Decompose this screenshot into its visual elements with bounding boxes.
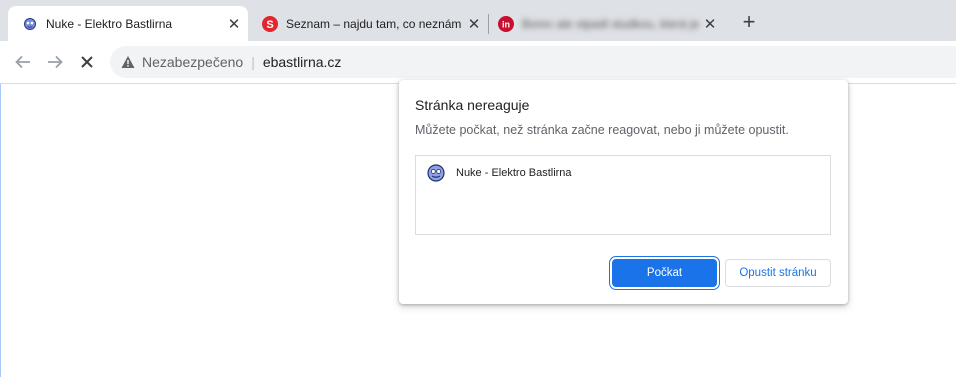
new-tab-button[interactable]: + [738, 9, 760, 34]
address-bar[interactable]: Nezabezpečeno | ebastlirna.cz [110, 46, 956, 78]
tab-title: Borec ale stpadl studkou, která je [522, 16, 700, 31]
page-title: Nuke - Elektro Bastlirna [456, 167, 572, 179]
content-edge [0, 84, 1, 377]
tab-nuke[interactable]: Nuke - Elektro Bastlirna ✕ [8, 6, 248, 41]
seznam-s-icon: S [262, 15, 278, 32]
nuke-favicon-icon [22, 16, 38, 32]
security-status-label[interactable]: Nezabezpečeno [142, 54, 243, 70]
close-icon[interactable]: ✕ [224, 14, 244, 34]
url-text[interactable]: ebastlirna.cz [263, 54, 342, 70]
forward-button[interactable] [43, 50, 67, 74]
address-divider: | [251, 54, 255, 70]
svg-text:S: S [266, 19, 273, 31]
warning-icon[interactable] [120, 54, 136, 70]
stop-x-icon [81, 56, 93, 68]
wait-button[interactable]: Počkat [612, 259, 717, 287]
arrow-right-icon [48, 55, 63, 69]
dialog-title: Stránka nereaguje [415, 97, 530, 113]
close-icon[interactable]: ✕ [700, 14, 720, 34]
back-button[interactable] [11, 50, 35, 74]
close-icon[interactable]: ✕ [464, 14, 484, 34]
tab-title: Seznam – najdu tam, co neznám [286, 16, 462, 31]
list-item: Nuke - Elektro Bastlirna [426, 163, 572, 183]
svg-text:in: in [502, 19, 510, 29]
unresponsive-pages-list: Nuke - Elektro Bastlirna [415, 155, 831, 235]
tab-strip: Nuke - Elektro Bastlirna ✕ S Seznam – na… [0, 0, 956, 41]
innogy-in-icon: in [498, 15, 514, 32]
tab-blurred[interactable]: in Borec ale stpadl studkou, která je ✕ [484, 6, 724, 41]
nuke-favicon-icon [426, 163, 446, 183]
tab-title: Nuke - Elektro Bastlirna [46, 16, 173, 31]
stop-button[interactable] [75, 50, 99, 74]
tab-seznam[interactable]: S Seznam – najdu tam, co neznám ✕ [248, 6, 488, 41]
arrow-left-icon [15, 55, 30, 69]
exit-page-button[interactable]: Opustit stránku [725, 259, 831, 287]
dialog-message: Můžete počkat, než stránka začne reagova… [415, 123, 789, 137]
toolbar: Nezabezpečeno | ebastlirna.cz [0, 41, 956, 84]
page-unresponsive-dialog: Stránka nereaguje Můžete počkat, než str… [399, 80, 848, 304]
